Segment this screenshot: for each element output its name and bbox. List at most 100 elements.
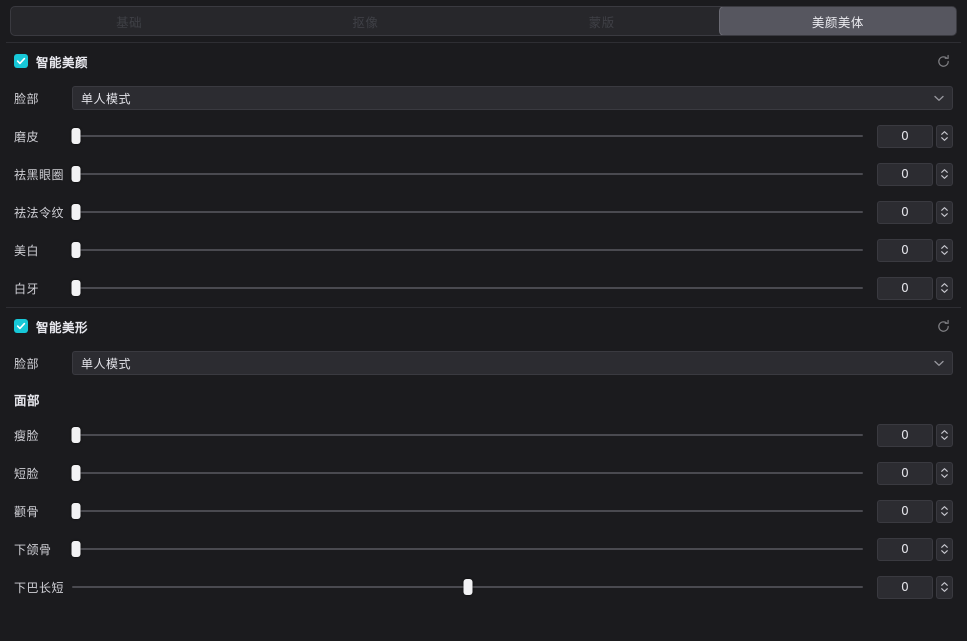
slider-cheekbone[interactable]	[71, 500, 863, 522]
beauty-face-label: 脸部	[14, 91, 40, 106]
slider-track	[72, 548, 863, 550]
value-input-slim-face[interactable]: 0	[877, 423, 933, 447]
stepper-slim-face[interactable]	[936, 423, 953, 447]
value-stepper-cheekbone: 0	[877, 499, 953, 523]
stepper-down-icon[interactable]	[941, 588, 948, 592]
slider-handle[interactable]	[71, 166, 81, 182]
stepper-whiten[interactable]	[936, 238, 953, 262]
beauty-face-mode-row: 脸部 单人模式	[14, 79, 953, 117]
slider-dark-circles[interactable]	[71, 163, 863, 185]
slider-slim-face[interactable]	[71, 424, 863, 446]
reshape-face-mode-select[interactable]: 单人模式	[72, 351, 953, 375]
smart-reshape-section: 智能美形 脸部 单人模式 面部 瘦脸 0 短脸 0 颧骨 0 下颌骨 0 下巴长…	[0, 308, 967, 606]
smart-reshape-checkbox[interactable]	[14, 319, 28, 333]
value-input-dark-circles[interactable]: 0	[877, 162, 933, 186]
tab-basic[interactable]: 基础	[11, 7, 247, 35]
value-input-jawbone[interactable]: 0	[877, 537, 933, 561]
stepper-up-icon[interactable]	[941, 544, 948, 548]
stepper-teeth-whitening[interactable]	[936, 276, 953, 300]
slider-handle[interactable]	[71, 541, 81, 557]
value-stepper-teeth-whitening: 0	[877, 276, 953, 300]
slider-whiten[interactable]	[71, 239, 863, 261]
value-input-short-face[interactable]: 0	[877, 461, 933, 485]
stepper-dark-circles[interactable]	[936, 162, 953, 186]
slider-chin-length[interactable]	[72, 576, 863, 598]
stepper-smooth-skin[interactable]	[936, 124, 953, 148]
stepper-down-icon[interactable]	[941, 436, 948, 440]
slider-row-jawbone: 下颌骨 0	[14, 530, 953, 568]
stepper-down-icon[interactable]	[941, 213, 948, 217]
value-input-chin-length[interactable]: 0	[877, 575, 933, 599]
stepper-up-icon[interactable]	[941, 131, 948, 135]
slider-track	[72, 510, 863, 512]
stepper-jawbone[interactable]	[936, 537, 953, 561]
slider-track	[72, 287, 863, 289]
stepper-short-face[interactable]	[936, 461, 953, 485]
slider-row-nasolabial: 祛法令纹 0	[14, 193, 953, 231]
slider-row-slim-face: 瘦脸 0	[14, 416, 953, 454]
stepper-up-icon[interactable]	[941, 506, 948, 510]
tab-chroma-key[interactable]: 抠像	[247, 7, 483, 35]
value-stepper-jawbone: 0	[877, 537, 953, 561]
beauty-face-mode-select[interactable]: 单人模式	[72, 86, 953, 110]
smart-reshape-reset-button[interactable]	[933, 316, 953, 336]
value-stepper-smooth-skin: 0	[877, 124, 953, 148]
slider-handle[interactable]	[463, 579, 472, 595]
stepper-down-icon[interactable]	[941, 289, 948, 293]
smart-beauty-title: 智能美颜	[36, 54, 89, 70]
stepper-up-icon[interactable]	[941, 582, 948, 586]
stepper-down-icon[interactable]	[941, 137, 948, 141]
stepper-up-icon[interactable]	[941, 245, 948, 249]
slider-track	[72, 135, 863, 137]
stepper-up-icon[interactable]	[941, 207, 948, 211]
value-stepper-slim-face: 0	[877, 423, 953, 447]
value-input-teeth-whitening[interactable]: 0	[877, 276, 933, 300]
smart-beauty-checkbox[interactable]	[14, 54, 28, 68]
value-stepper-whiten: 0	[877, 238, 953, 262]
stepper-down-icon[interactable]	[941, 550, 948, 554]
value-input-whiten[interactable]: 0	[877, 238, 933, 262]
slider-nasolabial[interactable]	[71, 201, 863, 223]
value-input-smooth-skin[interactable]: 0	[877, 124, 933, 148]
stepper-down-icon[interactable]	[941, 251, 948, 255]
slider-handle[interactable]	[71, 280, 81, 296]
tab-mask-label: 蒙版	[588, 14, 615, 30]
stepper-chin-length[interactable]	[936, 575, 953, 599]
stepper-cheekbone[interactable]	[936, 499, 953, 523]
stepper-nasolabial[interactable]	[936, 200, 953, 224]
slider-handle[interactable]	[71, 427, 81, 443]
value-input-nasolabial[interactable]: 0	[877, 200, 933, 224]
slider-label-short-face: 短脸	[14, 466, 40, 481]
stepper-up-icon[interactable]	[941, 468, 948, 472]
slider-handle[interactable]	[71, 465, 81, 481]
stepper-down-icon[interactable]	[941, 474, 948, 478]
reshape-facial-subheading: 面部	[14, 392, 41, 408]
stepper-up-icon[interactable]	[941, 430, 948, 434]
slider-short-face[interactable]	[71, 462, 863, 484]
tab-beauty-body[interactable]: 美颜美体	[718, 7, 956, 35]
chevron-down-icon	[934, 95, 944, 101]
stepper-up-icon[interactable]	[941, 169, 948, 173]
smart-reshape-header: 智能美形	[14, 308, 953, 344]
stepper-up-icon[interactable]	[941, 283, 948, 287]
tab-beauty-body-label: 美颜美体	[811, 14, 864, 30]
slider-jawbone[interactable]	[71, 538, 863, 560]
tab-mask[interactable]: 蒙版	[484, 7, 720, 35]
slider-handle[interactable]	[71, 204, 81, 220]
slider-handle[interactable]	[71, 242, 81, 258]
slider-handle[interactable]	[71, 503, 81, 519]
check-icon	[16, 57, 26, 65]
slider-label-smooth-skin: 磨皮	[14, 129, 40, 144]
reset-icon	[937, 319, 949, 332]
slider-handle[interactable]	[71, 128, 81, 144]
chevron-down-icon	[934, 360, 944, 366]
slider-smooth-skin[interactable]	[71, 125, 863, 147]
value-input-cheekbone[interactable]: 0	[877, 499, 933, 523]
slider-label-teeth-whitening: 白牙	[14, 281, 40, 296]
stepper-down-icon[interactable]	[941, 175, 948, 179]
slider-row-cheekbone: 颧骨 0	[14, 492, 953, 530]
slider-track	[72, 434, 863, 436]
stepper-down-icon[interactable]	[941, 512, 948, 516]
smart-beauty-reset-button[interactable]	[933, 51, 953, 71]
slider-teeth-whitening[interactable]	[71, 277, 863, 299]
